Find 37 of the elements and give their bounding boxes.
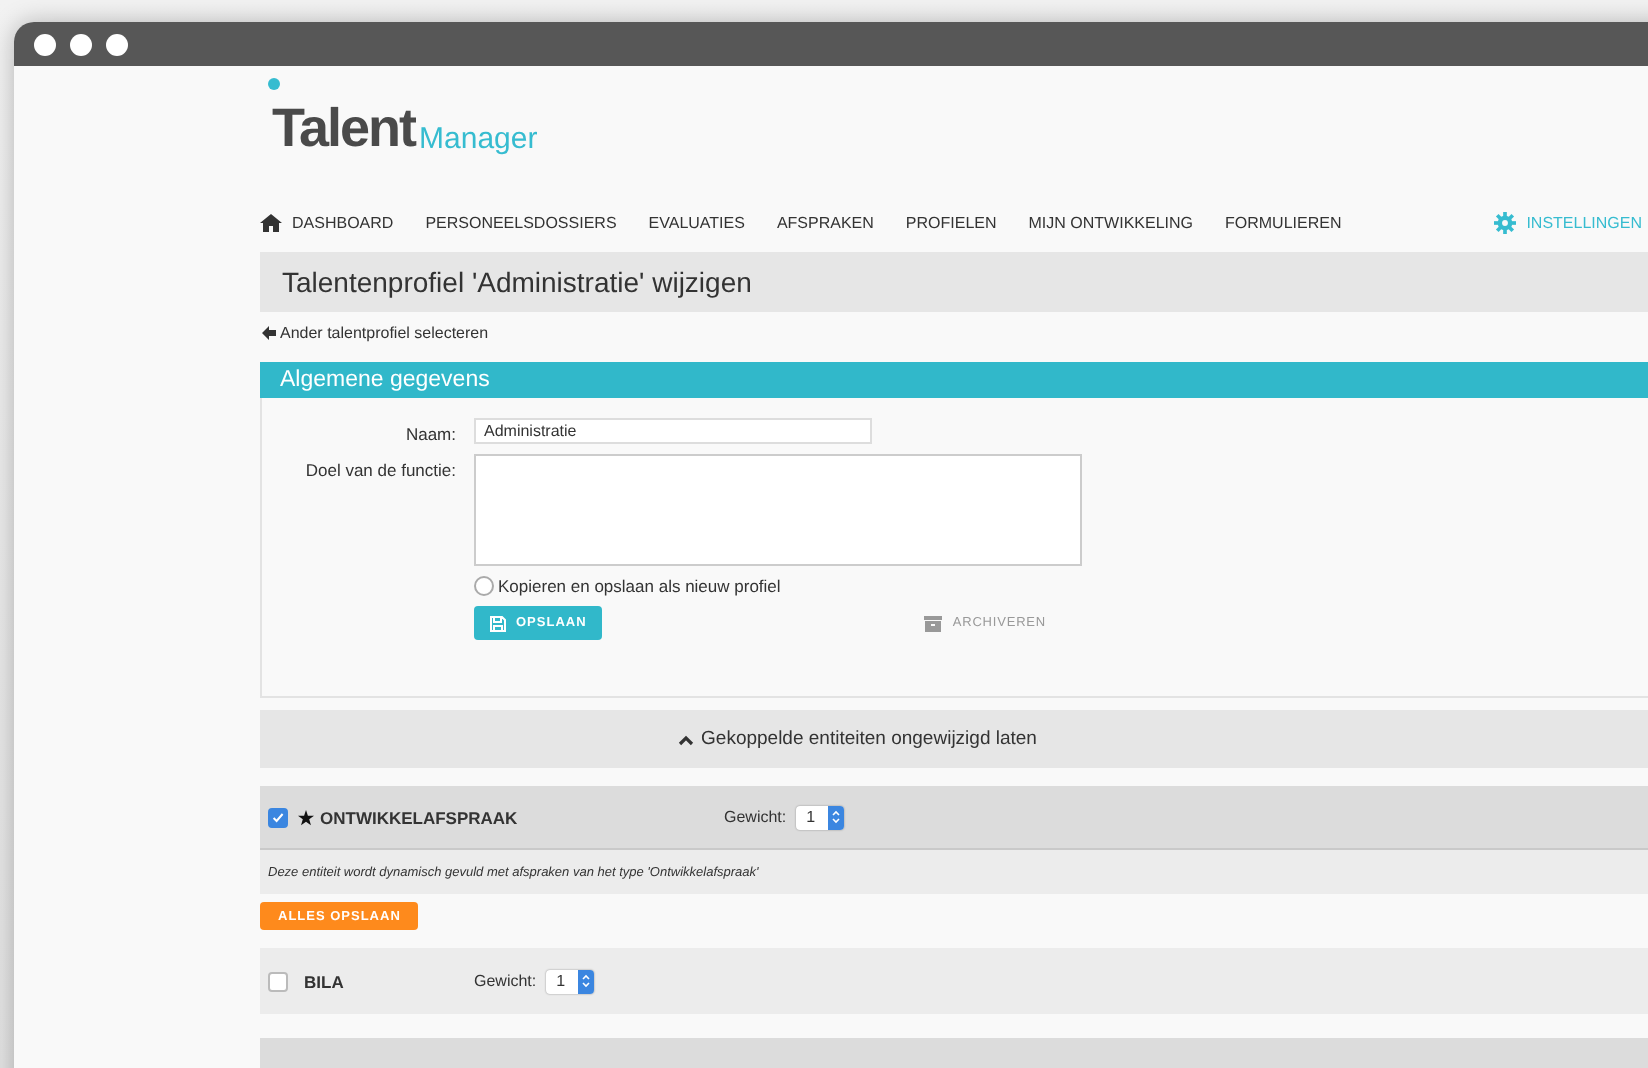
weight-label: Gewicht: — [724, 808, 787, 826]
field-label: Doel van de functie: — [303, 458, 456, 484]
collapse-bar[interactable]: Gekoppelde entiteiten ongewijzigd laten — [260, 710, 1648, 768]
weight-stepper[interactable]: 1 — [796, 805, 844, 829]
person-logo-icon — [268, 78, 280, 90]
entity-name: ONTWIKKELAFSPRAAK — [320, 807, 518, 827]
nav-link[interactable]: PERSONEELSDOSSIERS — [425, 213, 617, 231]
entity-checkbox[interactable] — [268, 971, 288, 991]
up-down-arrows-icon — [831, 810, 840, 824]
nav-link[interactable]: DASHBOARD — [260, 213, 394, 231]
nav-link[interactable]: PROFIELEN — [905, 213, 997, 231]
nav-link[interactable]: AFSPRAKEN — [776, 213, 874, 231]
nav-link[interactable]: EVALUATIES — [648, 213, 745, 231]
archive-box-icon — [924, 615, 943, 631]
arrow-left-icon — [262, 326, 276, 340]
copy-option-label: Kopieren en opslaan als nieuw profiel — [498, 576, 781, 596]
section-header: Algemene gegevens — [260, 362, 1648, 398]
copy-radio[interactable] — [474, 576, 494, 596]
entity-checkbox[interactable] — [268, 807, 288, 827]
field-label: Naam: — [403, 422, 456, 444]
name-field[interactable]: Administratie — [474, 418, 872, 444]
home-icon — [260, 213, 282, 231]
nav-link[interactable]: MIJN ONTWIKKELING — [1028, 213, 1193, 231]
entity-name: BILA — [304, 971, 344, 991]
settings-icon — [1494, 211, 1517, 233]
window-dot[interactable] — [34, 33, 56, 55]
back-link[interactable]: Ander talentprofiel selecteren — [262, 324, 1648, 342]
nav-link[interactable]: FORMULIEREN — [1225, 213, 1342, 231]
window-dot[interactable] — [106, 33, 128, 55]
logo-subtitle: Manager — [419, 124, 538, 154]
weight-label: Gewicht: — [474, 972, 537, 990]
collapse-label: Gekoppelde entiteiten ongewijzigd laten — [701, 728, 1037, 750]
logo-text: Talent — [272, 102, 416, 156]
weight-stepper[interactable]: 1 — [546, 969, 594, 993]
window-dot[interactable] — [70, 33, 92, 55]
page-title: Talentenprofiel 'Administratie' wijzigen — [260, 252, 1648, 312]
up-down-arrows-icon — [581, 974, 590, 988]
